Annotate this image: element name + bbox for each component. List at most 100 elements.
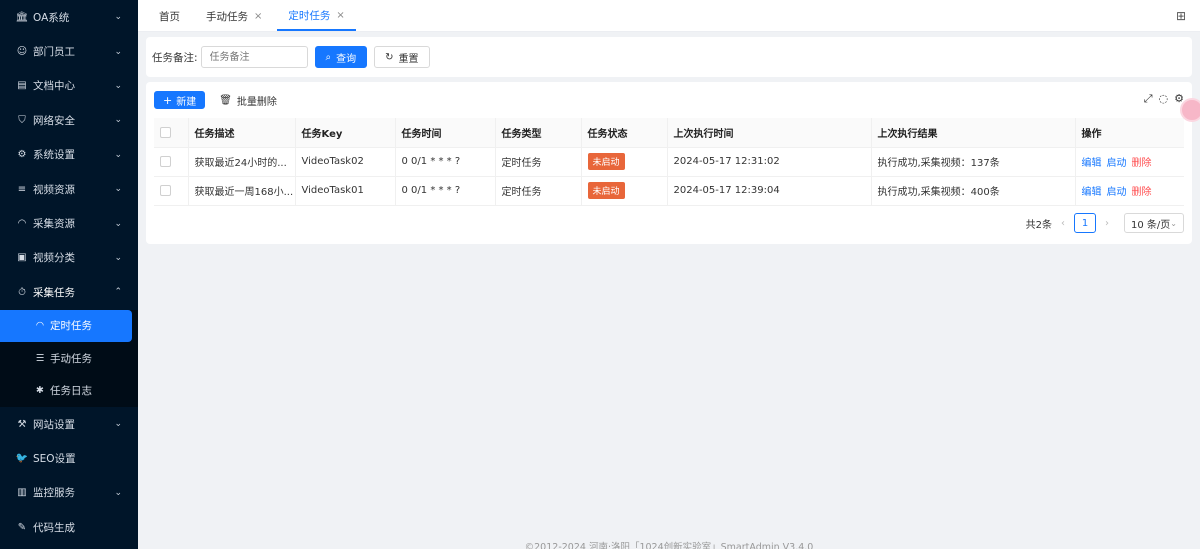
menu-label: 监控服务: [33, 487, 75, 500]
chevron-down-icon: ⌄: [114, 487, 122, 498]
brush-icon: ⚒: [17, 418, 27, 430]
submenu-item-1[interactable]: ☰ 手动任务: [0, 342, 138, 375]
submenu-item-0[interactable]: ◠ 定时任务: [0, 309, 132, 343]
main-content: 任务备注: ⌕ 查询 ↻ 重置 + 新建 🗑 批量删除 ⤢ ◌ ⚙: [138, 32, 1200, 549]
start-link[interactable]: 启动: [1107, 187, 1127, 198]
search-input[interactable]: [200, 46, 308, 68]
submenu-label: 定时任务: [50, 320, 92, 333]
list-icon: ≡: [17, 183, 27, 195]
close-icon[interactable]: ×: [254, 11, 262, 22]
cell-last-time: 2024-05-17 12:39:04: [667, 176, 872, 206]
fullscreen-icon[interactable]: ⤢: [1144, 92, 1153, 106]
menu-item-bottom-0[interactable]: ⚒ 网站设置 ⌄: [0, 407, 138, 441]
row-select-cell: [154, 176, 189, 206]
chevron-down-icon: ⌄: [114, 115, 122, 126]
menu-label: 网站设置: [33, 418, 75, 431]
edit-link[interactable]: 编辑: [1082, 158, 1102, 169]
submenu-item-2[interactable]: ✱ 任务日志: [0, 375, 138, 408]
cell-key: VideoTask02: [295, 147, 396, 177]
clock-icon: ⏱: [18, 286, 26, 298]
menu-label: OA系统: [33, 11, 70, 24]
tab-2[interactable]: 定时任务 ×: [277, 1, 356, 31]
refresh-icon[interactable]: ◌: [1159, 92, 1169, 106]
close-icon[interactable]: ×: [336, 10, 344, 21]
submenu-label: 手动任务: [50, 352, 92, 365]
document-icon: ▤: [17, 80, 27, 92]
next-page-icon[interactable]: ›: [1105, 218, 1109, 229]
cell-operations: 编辑 启动 删除: [1075, 176, 1184, 206]
chevron-up-icon: ⌃: [114, 287, 122, 298]
new-label: 新建: [176, 96, 197, 108]
menu-collect-task[interactable]: ⏱ 采集任务 ⌃: [0, 275, 138, 309]
row-checkbox[interactable]: [160, 155, 171, 167]
prev-page-icon[interactable]: ‹: [1061, 218, 1065, 229]
menu-item-5[interactable]: ≡ 视频资源 ⌄: [0, 172, 138, 206]
menu-item-6[interactable]: ◠ 采集资源 ⌄: [0, 206, 138, 240]
menu-item-3[interactable]: ⛉ 网络安全 ⌄: [0, 103, 138, 137]
cell-type: 定时任务: [495, 147, 582, 177]
delete-link[interactable]: 删除: [1132, 158, 1152, 169]
menu-item-bottom-2[interactable]: ▥ 监控服务 ⌄: [0, 476, 138, 510]
menu-item-bottom-1[interactable]: 🐦 SEO设置: [0, 441, 138, 475]
table-row: 获取最近24小时的... VideoTask02 0 0/1 * * * ? 定时任务…: [154, 147, 1184, 177]
reset-button[interactable]: ↻ 重置: [374, 46, 430, 68]
page-number[interactable]: 1: [1074, 213, 1096, 233]
chevron-down-icon: ⌄: [114, 419, 122, 430]
twitter-icon: 🐦: [15, 453, 29, 465]
submenu: ◠ 定时任务 ☰ 手动任务 ✱ 任务日志: [0, 309, 138, 408]
tab-0[interactable]: 首页: [148, 1, 191, 31]
new-button[interactable]: + 新建: [154, 91, 206, 109]
plus-icon: +: [163, 93, 173, 107]
cell-time: 0 0/1 * * * ?: [395, 147, 496, 177]
reset-label: 重置: [398, 53, 419, 65]
ordered-list-icon: ☰: [35, 352, 45, 364]
search-form: 任务备注: ⌕ 查询 ↻ 重置: [146, 37, 1192, 77]
menu-item-4[interactable]: ⚙ 系统设置 ⌄: [0, 138, 138, 172]
task-table: 任务描述 任务Key 任务时间 任务类型 任务状态 上次执行时间 上次执行结果 操作 获取最近…: [154, 118, 1184, 206]
table-tools: ⤢ ◌ ⚙: [1144, 92, 1184, 106]
edit-link[interactable]: 编辑: [1082, 187, 1102, 198]
column-header: 任务Key: [295, 118, 396, 148]
reload-icon: ↻: [385, 51, 394, 63]
row-checkbox[interactable]: [160, 184, 171, 196]
chevron-down-icon: ⌄: [114, 80, 122, 91]
menu-label: 采集任务: [33, 286, 75, 299]
select-all-checkbox[interactable]: [160, 126, 171, 138]
chevron-down-icon: ⌄: [114, 149, 122, 160]
column-header: 任务描述: [188, 118, 296, 148]
tab-label: 手动任务: [206, 10, 248, 23]
app-grid-icon[interactable]: ⊞: [1176, 9, 1186, 23]
page-size-select[interactable]: 10 条/页 ⌄: [1124, 213, 1184, 233]
floating-assistant[interactable]: [1180, 98, 1200, 122]
tab-bar: 首页 手动任务 × 定时任务 × ⊞: [138, 0, 1200, 32]
chevron-down-icon: ⌄: [114, 218, 122, 229]
footer: ©2012-2024 河南·洛阳「1024创新实验室」SmartAdmin V3…: [524, 542, 814, 549]
menu-item-1[interactable]: ☺ 部门员工 ⌄: [0, 34, 138, 68]
tab-1[interactable]: 手动任务 ×: [195, 1, 273, 31]
menu-item-bottom-3[interactable]: ✎ 代码生成: [0, 510, 138, 544]
table-toolbar: + 新建 🗑 批量删除 ⤢ ◌ ⚙: [154, 90, 1184, 110]
column-header: 任务类型: [495, 118, 582, 148]
bar-chart-icon: ▥: [17, 487, 27, 499]
query-button[interactable]: ⌕ 查询: [314, 46, 368, 68]
chevron-down-icon: ⌄: [1170, 218, 1177, 228]
menu-item-7[interactable]: ▣ 视频分类 ⌄: [0, 241, 138, 275]
start-link[interactable]: 启动: [1107, 158, 1127, 169]
page-size-value: 10 条/页: [1131, 219, 1171, 231]
column-header: 任务状态: [581, 118, 668, 148]
menu-label: SEO设置: [33, 453, 76, 466]
submenu-label: 任务日志: [50, 385, 92, 398]
column-header: 上次执行时间: [667, 118, 872, 148]
row-select-cell: [154, 147, 189, 177]
menu-item-2[interactable]: ▤ 文档中心 ⌄: [0, 69, 138, 103]
menu-item-0[interactable]: 🏛 OA系统 ⌄: [0, 0, 138, 34]
cell-desc: 获取最近一周168小...: [188, 176, 296, 206]
batch-delete-button[interactable]: 🗑 批量删除: [219, 93, 277, 108]
search-icon: ⌕: [325, 51, 332, 63]
delete-link[interactable]: 删除: [1132, 187, 1152, 198]
column-header: 任务时间: [395, 118, 496, 148]
cell-last-time: 2024-05-17 12:31:02: [667, 147, 872, 177]
menu-label: 系统设置: [33, 149, 75, 162]
column-header: 上次执行结果: [871, 118, 1076, 148]
status-badge: 未启动: [587, 182, 625, 199]
